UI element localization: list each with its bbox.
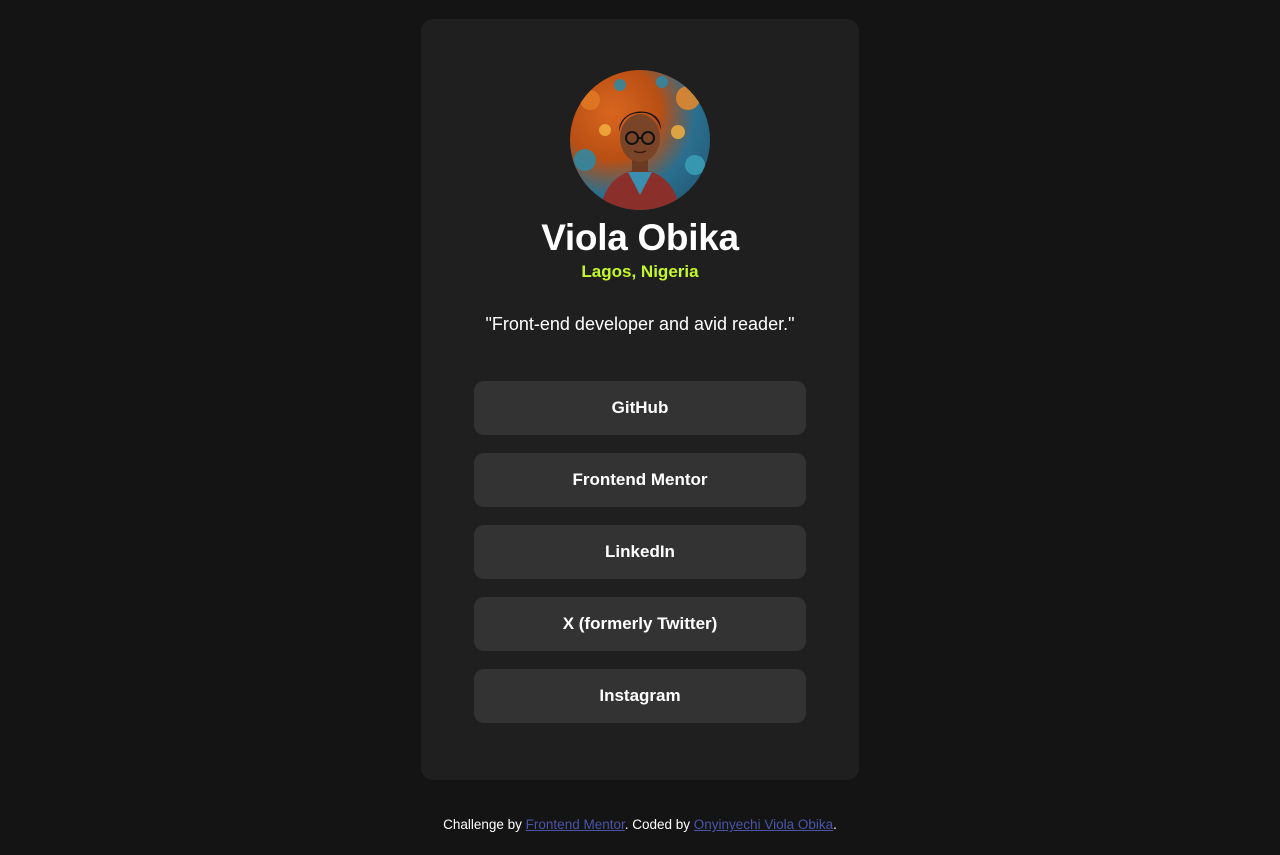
footer-prefix: Challenge by	[443, 817, 526, 832]
linkedin-link-button[interactable]: LinkedIn	[474, 525, 806, 579]
profile-location: Lagos, Nigeria	[581, 262, 699, 281]
footer-suffix: .	[833, 817, 837, 832]
social-links: GitHub Frontend Mentor LinkedIn X (forme…	[474, 381, 806, 723]
author-footer-link[interactable]: Onyinyechi Viola Obika	[694, 817, 833, 832]
page: Viola Obika Lagos, Nigeria "Front-end de…	[0, 0, 1280, 855]
github-link-button[interactable]: GitHub	[474, 381, 806, 435]
frontend-mentor-link-button[interactable]: Frontend Mentor	[474, 453, 806, 507]
x-twitter-link-button[interactable]: X (formerly Twitter)	[474, 597, 806, 651]
frontend-mentor-footer-link[interactable]: Frontend Mentor	[526, 817, 625, 832]
avatar	[570, 70, 710, 210]
profile-card: Viola Obika Lagos, Nigeria "Front-end de…	[421, 19, 859, 780]
profile-bio: "Front-end developer and avid reader."	[485, 314, 795, 334]
avatar-illustration	[574, 76, 705, 210]
instagram-link-button[interactable]: Instagram	[474, 669, 806, 723]
profile-name: Viola Obika	[541, 217, 739, 258]
footer-middle: . Coded by	[624, 817, 694, 832]
attribution-footer: Challenge by Frontend Mentor. Coded by O…	[0, 815, 1280, 835]
